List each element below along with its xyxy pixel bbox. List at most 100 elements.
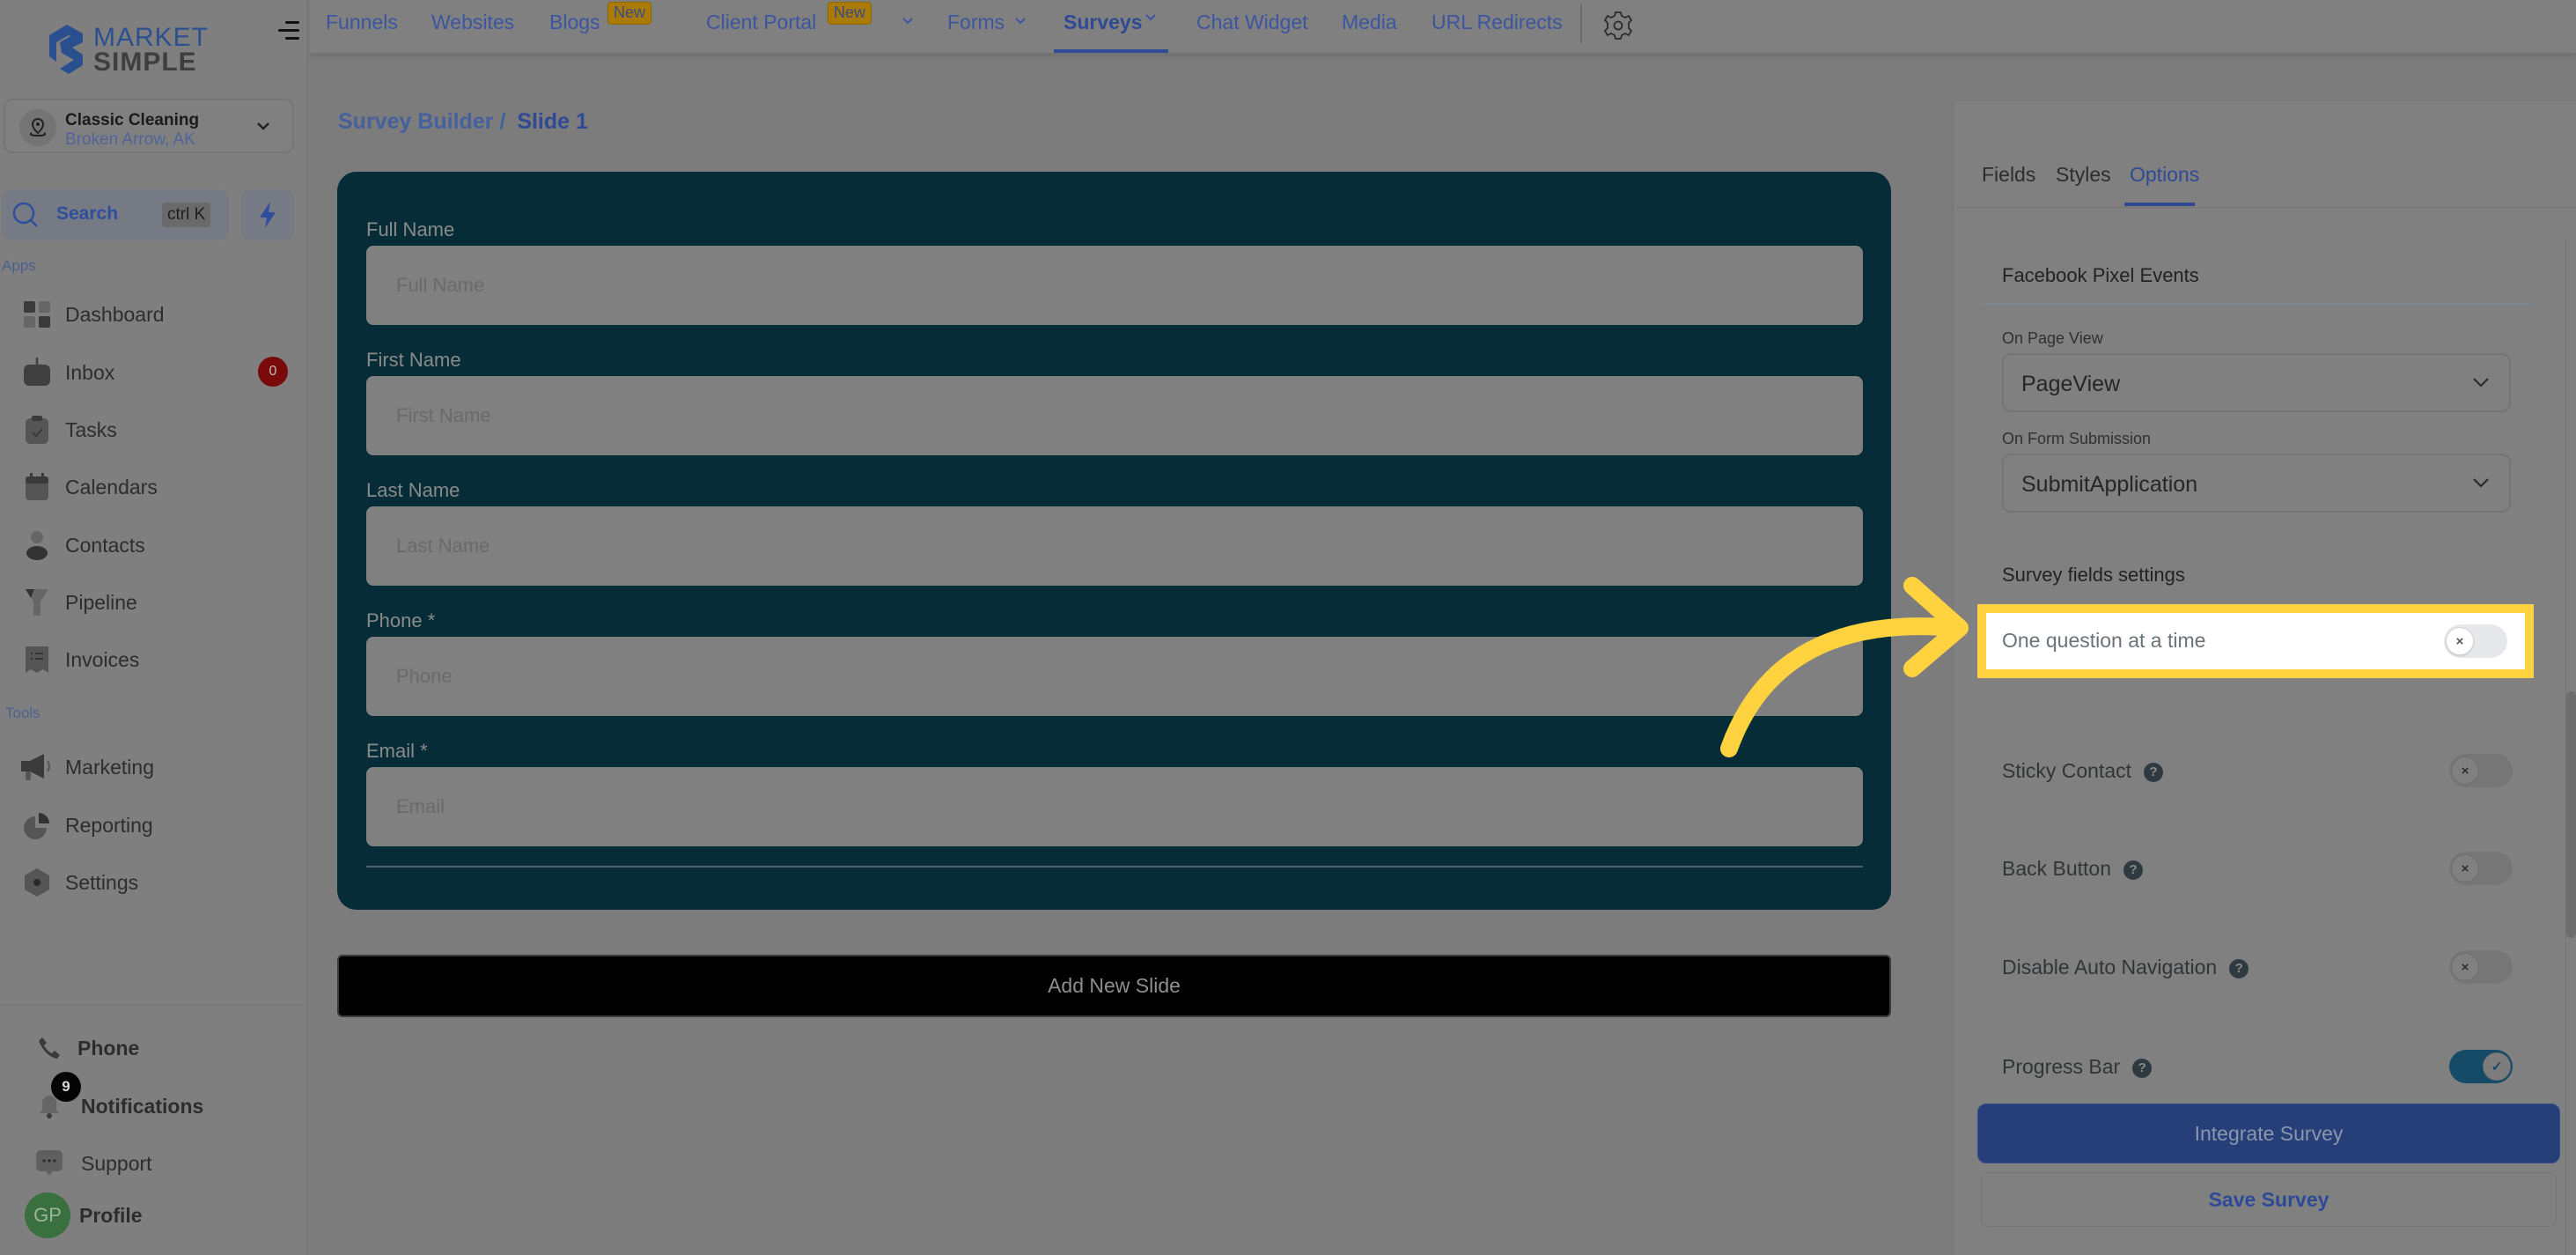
- tools-section-label: Tools: [5, 705, 40, 721]
- sidebar-item-label: Dashboard: [65, 302, 165, 326]
- tab-client-portal[interactable]: Client Portal: [706, 11, 816, 34]
- on-form-submission-label: On Form Submission: [2002, 430, 2152, 447]
- tab-media[interactable]: Media: [1342, 11, 1397, 34]
- highlight-frame: One question at a time ×: [1977, 604, 2534, 678]
- search-button[interactable]: Search ctrl K: [2, 189, 229, 240]
- breadcrumb-survey-builder[interactable]: Survey Builder /: [338, 109, 505, 134]
- tab-surveys[interactable]: Surveys: [1064, 11, 1143, 34]
- chevron-down-icon[interactable]: [1014, 16, 1027, 26]
- full-name-input[interactable]: [366, 246, 1863, 325]
- option-sticky-contact: Sticky Contact? ×: [2002, 749, 2513, 793]
- toggle-on-icon: ✓: [2483, 1052, 2511, 1081]
- sidebar-item-tasks[interactable]: Tasks: [19, 409, 283, 451]
- sidebar-item-support[interactable]: Support: [32, 1142, 296, 1185]
- sidebar-item-label: Phone: [77, 1036, 140, 1059]
- active-tab-indicator: [2124, 203, 2195, 206]
- chevron-down-icon[interactable]: [1144, 12, 1157, 23]
- select-value: PageView: [2021, 372, 2121, 396]
- sidebar-item-label: Marketing: [65, 755, 154, 779]
- sidebar-item-label: Inbox: [65, 360, 115, 384]
- option-label: Disable Auto Navigation: [2002, 956, 2218, 978]
- sidebar-item-marketing[interactable]: Marketing: [19, 746, 283, 788]
- location-pin-icon: [19, 109, 56, 146]
- option-one-question-at-a-time: One question at a time ×: [1986, 613, 2525, 669]
- sidebar-item-profile[interactable]: GP Profile: [25, 1192, 289, 1238]
- toggle-off-icon: ×: [2451, 854, 2479, 882]
- tab-forms[interactable]: Forms: [947, 11, 1005, 34]
- tab-funnels[interactable]: Funnels: [326, 11, 398, 34]
- sidebar-item-reporting[interactable]: Reporting: [19, 804, 283, 846]
- add-new-slide-button[interactable]: Add New Slide: [337, 955, 1891, 1017]
- location-name: Classic Cleaning: [65, 111, 200, 129]
- sticky-contact-toggle[interactable]: ×: [2449, 754, 2513, 787]
- one-question-at-a-time-toggle[interactable]: ×: [2444, 624, 2507, 658]
- save-survey-button[interactable]: Save Survey: [1981, 1172, 2557, 1227]
- help-icon[interactable]: ?: [2229, 958, 2249, 978]
- sidebar-item-label: Notifications: [81, 1094, 204, 1118]
- field-label: Last Name: [366, 479, 460, 501]
- sidebar-item-pipeline[interactable]: Pipeline: [19, 581, 283, 624]
- sidebar-item-phone[interactable]: Phone: [32, 1027, 296, 1069]
- tab-websites[interactable]: Websites: [431, 11, 514, 34]
- avatar: GP: [25, 1192, 70, 1238]
- breadcrumb: Survey Builder / Slide 1: [338, 109, 588, 135]
- toggle-off-icon: ×: [2451, 757, 2479, 785]
- sidebar-item-settings[interactable]: Settings: [19, 861, 283, 904]
- on-page-view-label: On Page View: [2002, 329, 2103, 347]
- invoices-icon: [19, 642, 55, 677]
- last-name-input[interactable]: [366, 506, 1863, 586]
- sidebar-item-dashboard[interactable]: Dashboard: [19, 293, 283, 336]
- gear-icon[interactable]: [1604, 11, 1632, 41]
- chevron-down-icon[interactable]: [902, 16, 914, 26]
- apps-section-label: Apps: [2, 257, 36, 274]
- phone-input[interactable]: [366, 637, 1863, 716]
- sidebar-item-label: Settings: [65, 870, 139, 894]
- breadcrumb-current: Slide 1: [517, 109, 588, 134]
- sidebar-item-inbox[interactable]: Inbox 0: [19, 351, 288, 394]
- field-label: Phone *: [366, 609, 436, 631]
- tab-fields[interactable]: Fields: [1982, 163, 2035, 187]
- settings-icon: [19, 865, 55, 900]
- tab-options[interactable]: Options: [2130, 163, 2199, 187]
- sidebar-item-calendars[interactable]: Calendars: [19, 466, 283, 508]
- location-switcher[interactable]: Classic Cleaning Broken Arrow, AK: [4, 99, 294, 153]
- market-simple-logo[interactable]: MARKET SIMPLE: [37, 16, 248, 78]
- panel-scrollbar[interactable]: [2566, 691, 2576, 938]
- tab-blogs[interactable]: Blogs: [549, 11, 600, 34]
- option-progress-bar: Progress Bar? ✓: [2002, 1045, 2513, 1089]
- help-icon[interactable]: ?: [2123, 860, 2144, 880]
- card-divider: [366, 866, 1863, 867]
- quick-actions-button[interactable]: [241, 189, 294, 240]
- email-input[interactable]: [366, 767, 1863, 846]
- help-icon[interactable]: ?: [2144, 762, 2163, 782]
- collapse-menu-icon[interactable]: [278, 21, 299, 41]
- search-shortcut: ctrl K: [162, 203, 211, 227]
- inbox-icon: [19, 355, 55, 390]
- tab-chat-widget[interactable]: Chat Widget: [1196, 11, 1308, 34]
- sidebar-item-contacts[interactable]: Contacts: [19, 524, 283, 566]
- on-form-submission-select[interactable]: SubmitApplication: [2002, 454, 2511, 513]
- dashboard-icon: [19, 297, 55, 332]
- notifications-count-badge: 9: [51, 1072, 81, 1102]
- progress-bar-toggle[interactable]: ✓: [2449, 1050, 2513, 1083]
- help-icon[interactable]: ?: [2132, 1058, 2153, 1078]
- first-name-input[interactable]: [366, 376, 1863, 455]
- disable-auto-navigation-toggle[interactable]: ×: [2449, 950, 2513, 984]
- search-icon: [12, 202, 38, 227]
- field-label: Full Name: [366, 218, 455, 240]
- tab-url-redirects[interactable]: URL Redirects: [1432, 11, 1563, 34]
- sidebar-item-label: Reporting: [65, 813, 153, 837]
- sidebar-item-invoices[interactable]: Invoices: [19, 639, 283, 681]
- tab-styles[interactable]: Styles: [2056, 163, 2111, 187]
- sidebar-item-label: Calendars: [65, 475, 158, 498]
- integrate-survey-button[interactable]: Integrate Survey: [1977, 1104, 2560, 1163]
- sidebar-item-label: Support: [81, 1151, 152, 1175]
- option-back-button: Back Button? ×: [2002, 846, 2513, 890]
- back-button-toggle[interactable]: ×: [2449, 852, 2513, 885]
- on-page-view-select[interactable]: PageView: [2002, 353, 2511, 412]
- tabs-border: [1956, 207, 2576, 208]
- toggle-off-icon: ×: [2446, 627, 2474, 655]
- new-badge: New: [828, 2, 872, 25]
- contacts-icon: [19, 528, 55, 563]
- active-tab-indicator: [1054, 49, 1168, 53]
